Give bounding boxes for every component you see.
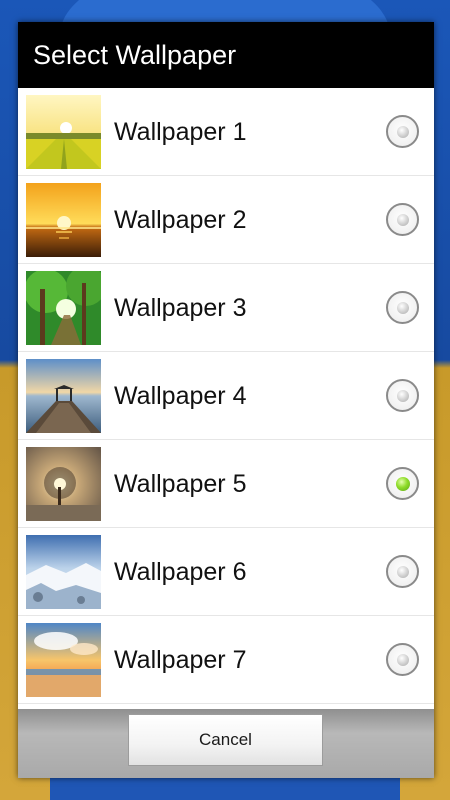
wallpaper-radio-1[interactable] xyxy=(386,115,419,148)
select-wallpaper-dialog: Select Wallpaper Wallpaper 1 Wallpaper 2… xyxy=(18,22,434,778)
wallpaper-thumbnail-3 xyxy=(26,271,101,345)
radio-indicator xyxy=(396,653,409,666)
wallpaper-radio-3[interactable] xyxy=(386,291,419,324)
wallpaper-label: Wallpaper 5 xyxy=(114,470,247,498)
radio-indicator xyxy=(396,213,409,226)
wallpaper-label: Wallpaper 3 xyxy=(114,294,247,322)
wallpaper-thumbnail-4 xyxy=(26,359,101,433)
wallpaper-radio-7[interactable] xyxy=(386,643,419,676)
wallpaper-item-1[interactable]: Wallpaper 1 xyxy=(18,88,434,176)
wallpaper-label: Wallpaper 7 xyxy=(114,646,247,674)
background-strip xyxy=(50,778,400,800)
wallpaper-item-4[interactable]: Wallpaper 4 xyxy=(18,352,434,440)
wallpaper-radio-6[interactable] xyxy=(386,555,419,588)
wallpaper-item-7[interactable]: Wallpaper 7 xyxy=(18,616,434,704)
wallpaper-radio-5[interactable] xyxy=(386,467,419,500)
wallpaper-thumbnail-1 xyxy=(26,95,101,169)
wallpaper-item-6[interactable]: Wallpaper 6 xyxy=(18,528,434,616)
wallpaper-label: Wallpaper 1 xyxy=(114,118,247,146)
radio-indicator xyxy=(396,389,409,402)
wallpaper-radio-4[interactable] xyxy=(386,379,419,412)
wallpaper-radio-2[interactable] xyxy=(386,203,419,236)
radio-indicator-selected xyxy=(395,476,410,491)
dialog-title: Select Wallpaper xyxy=(18,22,434,88)
wallpaper-label: Wallpaper 2 xyxy=(114,206,247,234)
radio-indicator xyxy=(396,301,409,314)
cancel-button[interactable]: Cancel xyxy=(128,714,323,766)
wallpaper-list[interactable]: Wallpaper 1 Wallpaper 2 Wallpaper 3 Wall… xyxy=(18,88,434,709)
wallpaper-item-3[interactable]: Wallpaper 3 xyxy=(18,264,434,352)
wallpaper-thumbnail-5 xyxy=(26,447,101,521)
wallpaper-item-2[interactable]: Wallpaper 2 xyxy=(18,176,434,264)
wallpaper-thumbnail-7 xyxy=(26,623,101,697)
radio-indicator xyxy=(396,565,409,578)
wallpaper-label: Wallpaper 6 xyxy=(114,558,247,586)
dialog-footer: Cancel xyxy=(18,709,434,778)
wallpaper-thumbnail-2 xyxy=(26,183,101,257)
wallpaper-thumbnail-6 xyxy=(26,535,101,609)
wallpaper-item-5[interactable]: Wallpaper 5 xyxy=(18,440,434,528)
wallpaper-label: Wallpaper 4 xyxy=(114,382,247,410)
radio-indicator xyxy=(396,125,409,138)
